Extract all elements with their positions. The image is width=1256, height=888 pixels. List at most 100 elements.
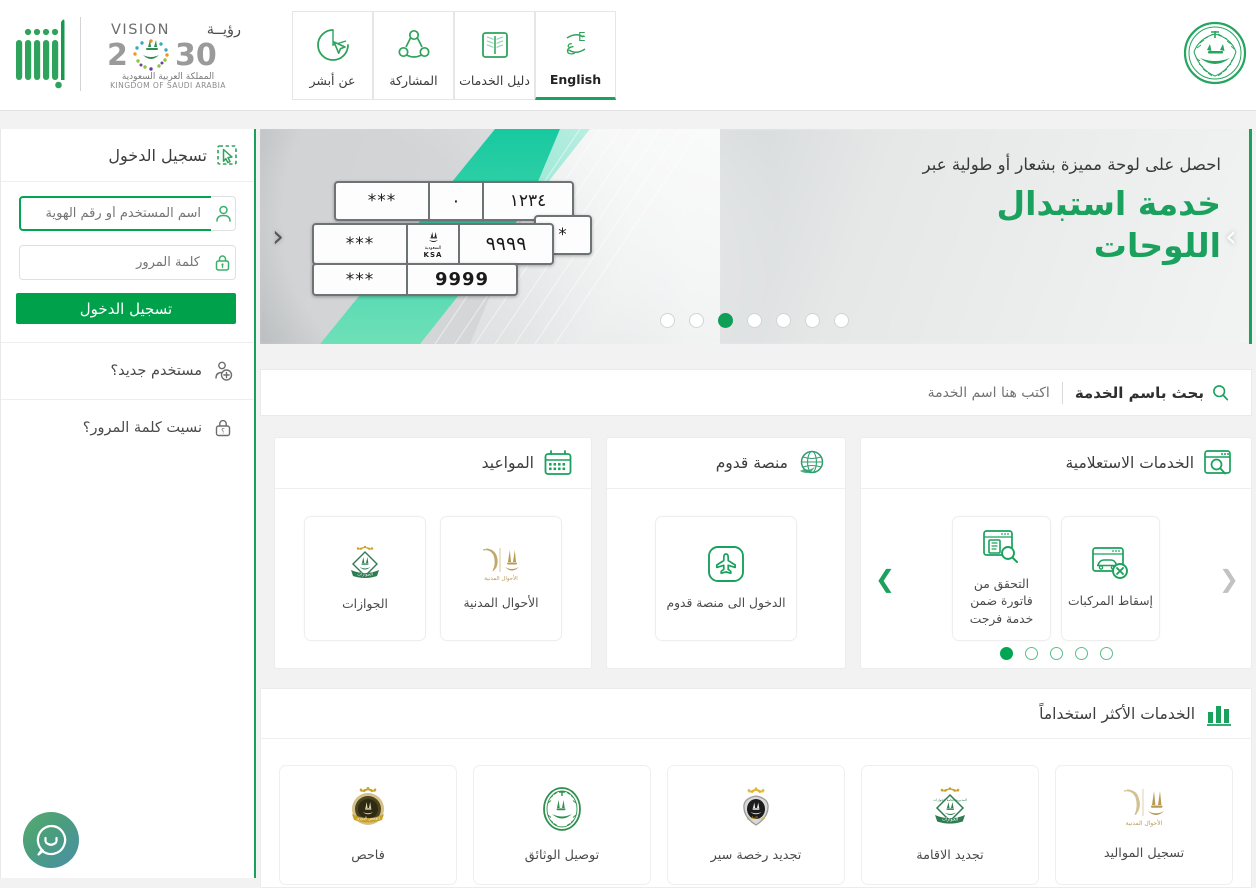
moi-emblem-icon [537, 784, 587, 832]
username-input[interactable] [19, 196, 211, 231]
forgot-password-label: نسيت كلمة المرور؟ [82, 420, 202, 436]
username-field-row[interactable] [19, 196, 236, 231]
airplane-square-icon [706, 544, 746, 584]
tile-label: تسجيل المواليد [1103, 846, 1185, 861]
svg-text:أمن الطرق: أمن الطرق [747, 815, 766, 820]
lock-icon [210, 245, 236, 280]
civil-affairs-emblem-icon: الأحوال المدنية [1114, 784, 1174, 830]
site-header: رؤيــة VISION 2 30 المملكة العربية السعو… [0, 0, 1256, 111]
inquiry-dot[interactable] [1049, 647, 1063, 660]
hero-dot[interactable] [805, 313, 820, 328]
plate-middle: *** السعودية KSA ٩٩٩٩ [312, 223, 554, 265]
login-title: تسجيل الدخول [108, 145, 207, 165]
inquiry-dot[interactable] [1074, 647, 1088, 660]
password-input[interactable] [19, 245, 210, 280]
hero-dot[interactable] [660, 313, 675, 328]
nav-tab-services-guide[interactable]: دليل الخدمات [454, 11, 535, 100]
plate-bot-stars: *** [345, 269, 375, 290]
panel-qudum-platform: منصة قدوم الدخول الى منصة قدوم [606, 437, 846, 669]
plate-mid-country: السعودية KSA [408, 225, 458, 263]
hero-carousel-dots [260, 313, 1249, 328]
svg-text:KINGDOM OF SAUDI ARABIA: KINGDOM OF SAUDI ARABIA [110, 81, 226, 90]
panel-inquiry-body: ❮ إسقاط المركبات التحقق من فاتورة ضمن خد… [861, 489, 1251, 668]
globe-plane-icon [797, 449, 827, 478]
hero-subtitle: احصل على لوحة مميزة بشعار أو طولية عبر [922, 155, 1221, 174]
hero-prev-arrow[interactable]: ‹ [272, 219, 284, 254]
inquiry-dot[interactable] [1099, 647, 1113, 660]
svg-text:المديرية العامة للجوازات: المديرية العامة للجوازات [933, 798, 967, 802]
tile-label: الجوازات [342, 597, 388, 612]
fahes-emblem-icon: الفحص الدوري [342, 784, 394, 832]
inquiry-dot[interactable] [1024, 647, 1038, 660]
tile-renew-vehicle-license[interactable]: أمن الطرق تجديد رخصة سير [667, 765, 845, 885]
plate-bottom: *** 9999 [312, 263, 518, 296]
hero-next-arrow[interactable]: › [1225, 219, 1237, 254]
tile-label: فاحص [351, 848, 385, 863]
inquiry-prev-arrow[interactable]: ❮ [1219, 565, 1239, 593]
hero-dot[interactable] [776, 313, 791, 328]
login-header: تسجيل الدخول [1, 129, 254, 182]
inquiry-carousel-dots [861, 647, 1251, 660]
header-nav-tabs: عن أبشر المشاركة دليل الخدمات ع E Englis… [292, 11, 616, 100]
most-used-tiles: الأحوال المدنية تسجيل المواليد المديرية … [261, 739, 1251, 885]
hero-dot[interactable] [689, 313, 704, 328]
chat-smiley-icon [32, 821, 70, 859]
tile-renew-residency[interactable]: المديرية العامة للجوازات الجوازات تجديد … [861, 765, 1039, 885]
most-used-services-panel: الخدمات الأكثر استخداماً الأحوال المدنية [260, 688, 1252, 888]
new-user-link[interactable]: مستخدم جديد؟ [1, 342, 254, 399]
panel-inquiry-header: الخدمات الاستعلامية [861, 438, 1251, 489]
nav-tab-label: English [549, 71, 602, 87]
search-label: بحث باسم الخدمة [1074, 383, 1204, 402]
panel-appointments-body: الأحوال المدنية الأحوال المدنية الجوازات… [275, 489, 591, 668]
panel-qudum-header: منصة قدوم [607, 438, 845, 489]
hero-dot-active[interactable] [718, 313, 733, 328]
hero-title-line2: اللوحات [1093, 226, 1221, 266]
absher-logo-icon[interactable] [12, 14, 68, 94]
chat-assistant-button[interactable] [23, 812, 79, 868]
login-submit-button[interactable]: تسجيل الدخول [16, 293, 236, 324]
vision-2030-and-absher-logos: رؤيــة VISION 2 30 المملكة العربية السعو… [12, 14, 243, 94]
service-search-bar[interactable]: بحث باسم الخدمة [260, 369, 1252, 416]
tile-label: التحقق من فاتورة ضمن خدمة فرجت [969, 577, 1034, 626]
search-input[interactable] [699, 384, 1050, 401]
tile-civil-affairs[interactable]: الأحوال المدنية الأحوال المدنية [440, 516, 562, 641]
tile-fahes[interactable]: الفحص الدوري فاحص [279, 765, 457, 885]
tile-passports[interactable]: الجوازات الجوازات [304, 516, 426, 641]
forgot-password-link[interactable]: ؟ نسيت كلمة المرور؟ [1, 399, 254, 456]
tile-invoice-verification[interactable]: التحقق من فاتورة ضمن خدمة فرجت [952, 516, 1051, 641]
vision-2030-logo-icon[interactable]: رؤيــة VISION 2 30 المملكة العربية السعو… [93, 17, 243, 91]
tile-vehicle-removal[interactable]: إسقاط المركبات [1061, 516, 1160, 641]
passports-emblem-icon: المديرية العامة للجوازات الجوازات [924, 784, 976, 832]
tile-document-delivery[interactable]: توصيل الوثائق [473, 765, 651, 885]
inquiry-next-arrow[interactable]: ❯ [875, 565, 895, 593]
nav-tab-about-absher[interactable]: عن أبشر [292, 11, 373, 100]
most-used-title: الخدمات الأكثر استخداماً [1039, 704, 1195, 723]
nav-tab-english[interactable]: ع E English [535, 11, 616, 100]
svg-text:30: 30 [175, 38, 217, 73]
plate-country-en: KSA [423, 250, 443, 259]
saudi-emblem-small-icon [428, 231, 438, 242]
tile-label: توصيل الوثائق [524, 848, 600, 863]
svg-text:VISION: VISION [111, 22, 170, 38]
svg-text:الفحص الدوري: الفحص الدوري [356, 816, 379, 821]
login-sidebar: تسجيل الدخول تسجيل الدخول [0, 129, 256, 878]
ministry-of-interior-emblem-icon[interactable] [1182, 18, 1248, 88]
service-panels-row: الخدمات الاستعلامية ❮ إسقاط المركبات الت… [260, 437, 1252, 669]
inquiry-dot-active[interactable] [999, 647, 1013, 660]
tile-enter-qudum[interactable]: الدخول الى منصة قدوم [655, 516, 797, 641]
logo-divider [80, 17, 81, 91]
hero-carousel[interactable]: احصل على لوحة مميزة بشعار أو طولية عبر خ… [260, 129, 1252, 344]
browser-search-icon [1203, 449, 1233, 478]
traffic-emblem-icon: أمن الطرق [729, 784, 783, 832]
new-user-label: مستخدم جديد؟ [110, 363, 202, 379]
nav-tab-participation[interactable]: المشاركة [373, 11, 454, 100]
vehicle-remove-icon [1091, 546, 1131, 582]
svg-text:رؤيــة: رؤيــة [207, 22, 241, 38]
tile-birth-registration[interactable]: الأحوال المدنية تسجيل المواليد [1055, 765, 1233, 885]
civil-affairs-emblem-icon: الأحوال المدنية [475, 544, 527, 584]
invoice-verify-icon [982, 529, 1022, 565]
hero-dot[interactable] [834, 313, 849, 328]
password-field-row[interactable] [19, 245, 236, 280]
plate-bot-latin-digits: 9999 [434, 269, 490, 290]
hero-dot[interactable] [747, 313, 762, 328]
